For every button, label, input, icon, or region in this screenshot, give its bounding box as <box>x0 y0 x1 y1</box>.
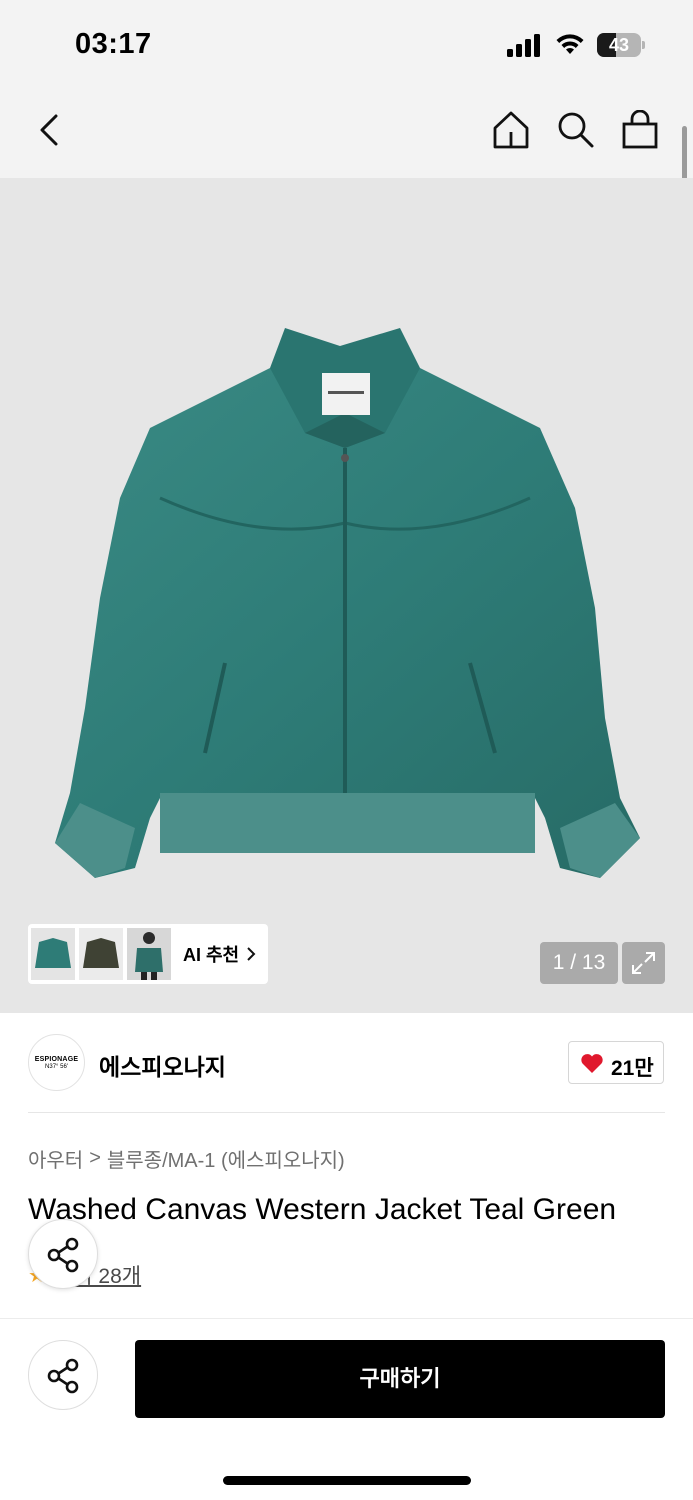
home-icon[interactable] <box>491 110 531 150</box>
breadcrumb-category[interactable]: 아우터 <box>28 1144 83 1173</box>
brand-name[interactable]: 에스피오나지 <box>99 1048 226 1082</box>
image-pager: 1 / 13 <box>540 942 618 984</box>
breadcrumb-separator: > <box>89 1147 101 1169</box>
shopping-bag-icon[interactable] <box>620 110 660 150</box>
divider <box>28 1112 665 1113</box>
expand-icon <box>632 952 655 974</box>
ai-recommend-label: AI 추천 <box>183 945 240 965</box>
product-image-gallery[interactable]: AI 추천 1 / 13 <box>0 178 693 1013</box>
navigation-bar <box>0 90 693 178</box>
share-button[interactable] <box>28 1340 98 1410</box>
brand-logo[interactable]: ESPIONAGE N37° 56' <box>28 1034 85 1091</box>
battery-percent: 43 <box>608 35 630 55</box>
jacket-image <box>55 328 640 878</box>
home-indicator[interactable] <box>223 1476 471 1485</box>
battery-icon: 43 <box>597 33 645 57</box>
back-icon[interactable] <box>30 110 70 150</box>
wifi-icon <box>556 34 584 54</box>
buy-button[interactable]: 구매하기 <box>135 1340 665 1418</box>
breadcrumb: 아우터 > 블루종/MA-1 (에스피오나지) <box>28 1144 345 1173</box>
expand-button[interactable] <box>622 942 665 984</box>
clock: 03:17 <box>75 28 152 60</box>
model-thumbnail[interactable] <box>127 928 171 980</box>
share-icon <box>47 1237 79 1273</box>
share-icon <box>47 1358 79 1394</box>
cellular-signal-icon <box>507 34 540 57</box>
chevron-right-icon <box>247 947 256 961</box>
jacket-dark-thumbnail[interactable] <box>79 928 123 980</box>
jacket-green-thumbnail[interactable] <box>31 928 75 980</box>
share-floating-button[interactable] <box>28 1219 98 1289</box>
heart-icon <box>581 1054 603 1073</box>
like-count: 21만 <box>611 1057 654 1080</box>
like-button[interactable]: 21만 <box>568 1041 664 1084</box>
brand-row[interactable]: ESPIONAGE N37° 56' 에스피오나지 21만 <box>28 1034 665 1092</box>
breadcrumb-subcategory[interactable]: 블루종/MA-1 (에스피오나지) <box>107 1144 345 1173</box>
search-icon[interactable] <box>555 110 595 150</box>
product-title: Washed Canvas Western Jacket Teal Green <box>28 1193 617 1226</box>
ai-recommendation-strip[interactable]: AI 추천 <box>28 924 268 984</box>
status-bar: 03:17 43 <box>0 0 693 90</box>
